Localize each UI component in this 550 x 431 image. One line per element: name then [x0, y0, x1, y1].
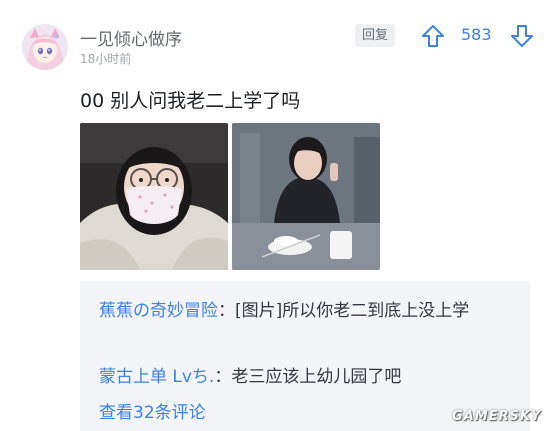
arrow-down-icon[interactable]: [509, 23, 535, 49]
comment-author[interactable]: 蕉蕉の奇妙冒险: [99, 301, 218, 321]
post-time: 18小时前: [80, 52, 132, 66]
comment-separator: ：: [214, 367, 232, 387]
post-image-1[interactable]: [80, 123, 228, 270]
avatar[interactable]: [22, 24, 68, 70]
post-image-2[interactable]: [232, 123, 380, 270]
comment-item: 蕉蕉の奇妙冒险：[图片]所以你老二到底上没上学: [99, 297, 519, 325]
dining-photo: [232, 123, 380, 270]
selfie-photo: [80, 123, 228, 270]
comment-item: 蒙古上单 Lvち.：老三应该上幼儿园了吧: [99, 363, 401, 391]
post-card: 一见倾心做序 18小时前 回复 583 00 别人问我老二上学了吗 蕉蕉の奇妙冒…: [0, 0, 550, 431]
post-text: 00 别人问我老二上学了吗: [80, 90, 301, 112]
avatar-image: [22, 24, 68, 70]
comment-text: [图片]所以你老二到底上没上学: [235, 301, 470, 321]
username[interactable]: 一见倾心做序: [80, 25, 182, 50]
comment-text: 老三应该上幼儿园了吧: [231, 367, 402, 387]
comment-separator: ：: [218, 301, 235, 321]
comment-author[interactable]: 蒙古上单 Lvち.: [99, 367, 214, 387]
arrow-up-icon[interactable]: [420, 23, 446, 49]
reply-button[interactable]: 回复: [355, 24, 395, 47]
view-all-comments-link[interactable]: 查看32条评论: [99, 399, 206, 427]
site-watermark: GAMERSKY: [452, 409, 542, 424]
vote-count: 583: [461, 25, 492, 44]
